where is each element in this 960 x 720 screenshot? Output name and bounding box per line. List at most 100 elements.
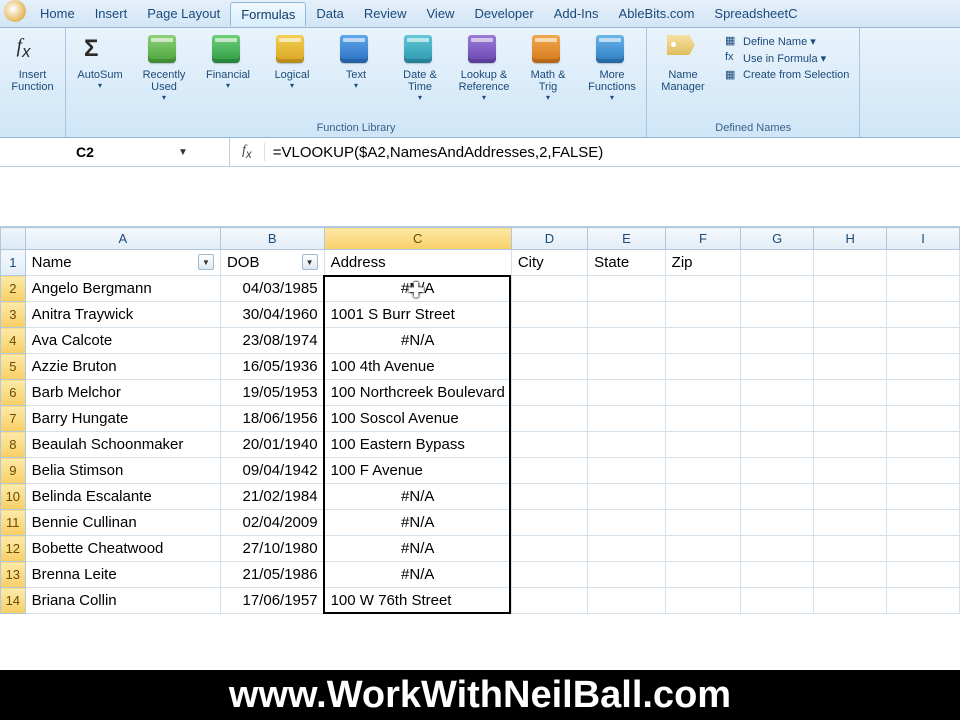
- cell-D2[interactable]: [511, 276, 587, 302]
- menu-ablebits-com[interactable]: AbleBits.com: [609, 2, 705, 25]
- cell-D4[interactable]: [511, 328, 587, 354]
- cell-H7[interactable]: [814, 406, 887, 432]
- cell-D3[interactable]: [511, 302, 587, 328]
- col-header-D[interactable]: D: [511, 228, 587, 250]
- cell-C13[interactable]: #N/A: [324, 562, 511, 588]
- cell-H1[interactable]: [814, 250, 887, 276]
- cell-H9[interactable]: [814, 458, 887, 484]
- cell-F2[interactable]: [665, 276, 741, 302]
- defined-create-from-selection[interactable]: ▦Create from Selection: [725, 68, 849, 82]
- cell-A12[interactable]: Bobette Cheatwood: [25, 536, 220, 562]
- row-header-5[interactable]: 5: [1, 354, 26, 380]
- cell-G12[interactable]: [741, 536, 814, 562]
- cell-D8[interactable]: [511, 432, 587, 458]
- col-header-E[interactable]: E: [588, 228, 666, 250]
- cell-E7[interactable]: [588, 406, 666, 432]
- menu-insert[interactable]: Insert: [85, 2, 138, 25]
- cell-D7[interactable]: [511, 406, 587, 432]
- cell-G11[interactable]: [741, 510, 814, 536]
- name-manager-button[interactable]: Name Manager: [653, 32, 713, 96]
- cell-H2[interactable]: [814, 276, 887, 302]
- cell-I14[interactable]: [887, 588, 960, 614]
- cell-C7[interactable]: 100 Soscol Avenue: [324, 406, 511, 432]
- cell-E5[interactable]: [588, 354, 666, 380]
- cell-F4[interactable]: [665, 328, 741, 354]
- cell-A2[interactable]: Angelo Bergmann: [25, 276, 220, 302]
- cell-H6[interactable]: [814, 380, 887, 406]
- office-button[interactable]: [4, 0, 26, 22]
- col-header-A[interactable]: A: [25, 228, 220, 250]
- cell-D9[interactable]: [511, 458, 587, 484]
- cell-D6[interactable]: [511, 380, 587, 406]
- ribbon-recently-used-button[interactable]: Recently Used▾: [136, 32, 192, 105]
- cell-C12[interactable]: #N/A: [324, 536, 511, 562]
- row-header-6[interactable]: 6: [1, 380, 26, 406]
- cell-E12[interactable]: [588, 536, 666, 562]
- col-header-B[interactable]: B: [220, 228, 324, 250]
- cell-H5[interactable]: [814, 354, 887, 380]
- cell-G1[interactable]: [741, 250, 814, 276]
- cell-C9[interactable]: 100 F Avenue: [324, 458, 511, 484]
- cell-A8[interactable]: Beaulah Schoonmaker: [25, 432, 220, 458]
- cell-A13[interactable]: Brenna Leite: [25, 562, 220, 588]
- cell-G9[interactable]: [741, 458, 814, 484]
- cell-B9[interactable]: 09/04/1942: [220, 458, 324, 484]
- formula-input[interactable]: [265, 140, 960, 165]
- cell-E1[interactable]: State: [588, 250, 666, 276]
- cell-G13[interactable]: [741, 562, 814, 588]
- cell-A6[interactable]: Barb Melchor: [25, 380, 220, 406]
- cell-F13[interactable]: [665, 562, 741, 588]
- cell-D14[interactable]: [511, 588, 587, 614]
- cell-I7[interactable]: [887, 406, 960, 432]
- cell-I6[interactable]: [887, 380, 960, 406]
- ribbon-math-trig-button[interactable]: Math & Trig▾: [520, 32, 576, 105]
- cell-B7[interactable]: 18/06/1956: [220, 406, 324, 432]
- name-box[interactable]: ▼: [0, 138, 230, 166]
- cell-I2[interactable]: [887, 276, 960, 302]
- cell-C6[interactable]: 100 Northcreek Boulevard: [324, 380, 511, 406]
- cell-E13[interactable]: [588, 562, 666, 588]
- ribbon-logical-button[interactable]: Logical▾: [264, 32, 320, 93]
- col-header-G[interactable]: G: [741, 228, 814, 250]
- ribbon-autosum-button[interactable]: ΣAutoSum▾: [72, 32, 128, 93]
- worksheet[interactable]: ABCDEFGHI1Name▼DOB▼AddressCityStateZip2A…: [0, 227, 960, 614]
- cell-B4[interactable]: 23/08/1974: [220, 328, 324, 354]
- cell-F7[interactable]: [665, 406, 741, 432]
- row-header-3[interactable]: 3: [1, 302, 26, 328]
- cell-G2[interactable]: [741, 276, 814, 302]
- cell-F11[interactable]: [665, 510, 741, 536]
- row-header-7[interactable]: 7: [1, 406, 26, 432]
- cell-G3[interactable]: [741, 302, 814, 328]
- filter-button[interactable]: ▼: [302, 254, 318, 270]
- cell-C14[interactable]: 100 W 76th Street: [324, 588, 511, 614]
- cell-E4[interactable]: [588, 328, 666, 354]
- cell-A14[interactable]: Briana Collin: [25, 588, 220, 614]
- name-box-dropdown[interactable]: ▼: [170, 147, 196, 158]
- cell-I13[interactable]: [887, 562, 960, 588]
- cell-B10[interactable]: 21/02/1984: [220, 484, 324, 510]
- cell-A9[interactable]: Belia Stimson: [25, 458, 220, 484]
- row-header-13[interactable]: 13: [1, 562, 26, 588]
- cell-D13[interactable]: [511, 562, 587, 588]
- menu-formulas[interactable]: Formulas: [230, 2, 306, 26]
- cell-B5[interactable]: 16/05/1936: [220, 354, 324, 380]
- menu-review[interactable]: Review: [354, 2, 417, 25]
- row-header-4[interactable]: 4: [1, 328, 26, 354]
- row-header-2[interactable]: 2: [1, 276, 26, 302]
- row-header-11[interactable]: 11: [1, 510, 26, 536]
- ribbon-financial-button[interactable]: Financial▾: [200, 32, 256, 93]
- menu-spreadsheetc[interactable]: SpreadsheetC: [704, 2, 807, 25]
- cell-E10[interactable]: [588, 484, 666, 510]
- cell-B3[interactable]: 30/04/1960: [220, 302, 324, 328]
- row-header-14[interactable]: 14: [1, 588, 26, 614]
- ribbon-lookup-reference-button[interactable]: Lookup & Reference▾: [456, 32, 512, 105]
- defined-define-name[interactable]: ▦Define Name ▾: [725, 34, 849, 48]
- cell-A11[interactable]: Bennie Cullinan: [25, 510, 220, 536]
- cell-F8[interactable]: [665, 432, 741, 458]
- cell-C3[interactable]: 1001 S Burr Street: [324, 302, 511, 328]
- cell-E6[interactable]: [588, 380, 666, 406]
- menu-home[interactable]: Home: [30, 2, 85, 25]
- menu-developer[interactable]: Developer: [464, 2, 543, 25]
- cell-I10[interactable]: [887, 484, 960, 510]
- cell-B2[interactable]: 04/03/1985: [220, 276, 324, 302]
